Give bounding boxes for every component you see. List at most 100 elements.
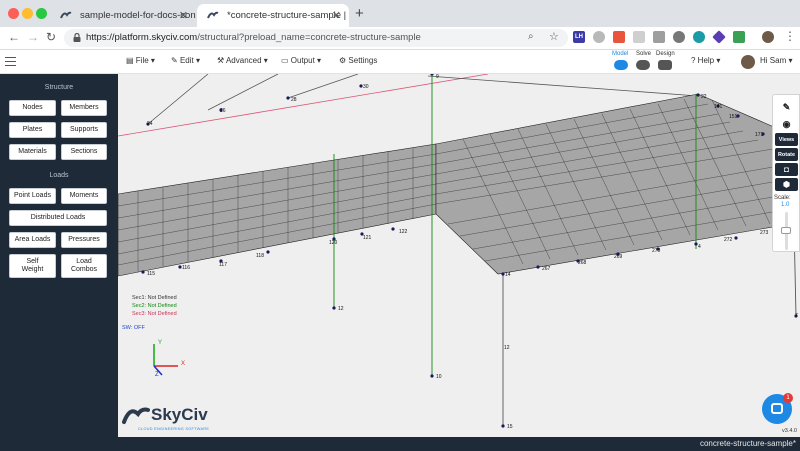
node-label: 171 (755, 132, 764, 138)
node-label: 273 (760, 230, 769, 236)
cloud-extension-icon[interactable] (593, 31, 605, 43)
avatar[interactable] (741, 55, 755, 69)
node-label: 121 (363, 235, 372, 241)
node-label: 270 (652, 248, 661, 254)
camera-icon[interactable]: ◘ (775, 163, 798, 176)
pencil-icon[interactable]: ✎ (775, 100, 798, 114)
menu-advanced[interactable]: ⚒ Advanced ▾ (217, 56, 268, 65)
load-combos-button[interactable]: Load Combos (61, 254, 107, 278)
scale-slider-handle[interactable] (781, 227, 791, 234)
menu-file[interactable]: ▤ File ▾ (126, 56, 155, 65)
grammar-extension-icon[interactable] (653, 31, 665, 43)
back-icon[interactable]: ← (8, 30, 20, 44)
menu-help[interactable]: ? Help ▾ (691, 56, 720, 65)
mode-solve-label: Solve (636, 51, 652, 57)
distributed-loads-button[interactable]: Distributed Loads (9, 210, 107, 226)
cube-icon[interactable]: ⬢ (775, 178, 798, 191)
node-label: 116 (182, 265, 190, 271)
plates-button[interactable]: Plates (9, 122, 56, 138)
node-label: 14 (505, 272, 511, 278)
search-icon[interactable]: ⌕ (528, 31, 534, 42)
node-label: 22 (701, 94, 707, 100)
calendar-extension-icon[interactable] (633, 31, 645, 43)
hamburger-menu-icon[interactable] (5, 57, 16, 66)
browser-menu-icon[interactable]: ⋮ (784, 29, 796, 43)
chat-bubble-icon (771, 403, 783, 414)
close-window-icon[interactable] (8, 8, 19, 19)
axis-x-label: X (181, 361, 186, 367)
mode-model-button[interactable] (614, 60, 628, 70)
node-label: 28 (291, 97, 297, 103)
loads-heading: Loads (49, 172, 69, 179)
bookmark-star-icon[interactable]: ☆ (549, 30, 559, 43)
new-tab-icon[interactable]: + (355, 5, 364, 22)
node-label: 117 (219, 262, 227, 268)
node-label: 118 (256, 253, 264, 259)
diamond-extension-icon[interactable] (712, 30, 726, 44)
scale-label: Scale: (774, 195, 791, 201)
skyciv-favicon-icon (207, 11, 219, 19)
sections-button[interactable]: Sections (61, 144, 107, 160)
user-menu[interactable]: Hi Sam ▾ (760, 56, 792, 65)
legend-sec3: Sec3: Not Defined (132, 311, 177, 317)
node-label: 141 (714, 104, 723, 110)
views-button[interactable]: Views (775, 133, 798, 146)
lighthouse-extension-icon[interactable]: LH (573, 31, 585, 43)
menu-edit[interactable]: ✎ Edit ▾ (171, 56, 200, 65)
supports-button[interactable]: Supports (61, 122, 107, 138)
menu-settings[interactable]: ⚙ Settings (339, 56, 377, 65)
url-host: https://platform.skyciv.com (86, 32, 198, 43)
green-extension-icon[interactable] (733, 31, 745, 43)
moments-button[interactable]: Moments (61, 188, 107, 204)
mode-design-label: Design (656, 51, 675, 57)
axis-z-label: Z (155, 372, 159, 378)
legend-sec1: Sec1: Not Defined (132, 295, 177, 301)
tab-title: *concrete-structure-sample | Sk (227, 10, 349, 21)
teal-extension-icon[interactable] (693, 31, 705, 43)
node-label: 10 (436, 374, 442, 380)
chat-notification-badge: 1 (783, 393, 793, 403)
node-label: 115 (147, 271, 155, 277)
address-bar-row: ← → ↻ https://platform.skyciv.com/struct… (0, 27, 800, 50)
browser-tab-2[interactable]: *concrete-structure-sample | Sk ✕ (197, 4, 349, 27)
nodes-button[interactable]: Nodes (9, 100, 56, 116)
browser-tab-1[interactable]: sample-model-for-docs-concre ✕ (50, 4, 196, 27)
url-path: /structural?preload_name=concrete-struct… (197, 32, 421, 43)
close-tab-icon[interactable]: ✕ (179, 9, 188, 22)
forward-icon[interactable]: → (27, 30, 39, 44)
members-button[interactable]: Members (61, 100, 107, 116)
area-loads-button[interactable]: Area Loads (9, 232, 56, 248)
mode-solve-button[interactable] (636, 60, 650, 70)
view-controls-panel: ✎ ◉ Views Rotate ◘ ⬢ Scale: 1.0 (772, 94, 800, 252)
rotate-button[interactable]: Rotate (775, 148, 798, 161)
node-label: 122 (399, 229, 408, 235)
maximize-window-icon[interactable] (36, 8, 47, 19)
url-field[interactable]: https://platform.skyciv.com/structural?p… (64, 29, 568, 47)
file-name: concrete-structure-sample* (699, 439, 796, 448)
lock-icon (73, 33, 81, 42)
mode-model-label: Model (612, 51, 629, 57)
eye-icon[interactable]: ◉ (775, 118, 798, 131)
self-weight-button[interactable]: Self Weight (9, 254, 56, 278)
point-loads-button[interactable]: Point Loads (9, 188, 56, 204)
node-label: 7 (795, 313, 798, 319)
menu-output[interactable]: ▭ Output ▾ (281, 56, 321, 65)
mode-design-button[interactable] (658, 60, 672, 70)
node-label: 12 (504, 345, 510, 351)
left-sidebar: Structure Nodes Members Plates Supports … (0, 74, 118, 451)
axis-y-label: Y (158, 340, 163, 346)
puzzle-extension-icon[interactable] (613, 31, 625, 43)
pressures-button[interactable]: Pressures (61, 232, 107, 248)
reload-icon[interactable]: ↻ (46, 30, 56, 44)
close-tab-icon[interactable]: ✕ (332, 9, 341, 22)
node-label: 30 (363, 84, 369, 90)
structure-canvas[interactable] (118, 74, 800, 437)
materials-button[interactable]: Materials (9, 144, 56, 160)
node-label: 269 (614, 254, 623, 260)
minimize-window-icon[interactable] (22, 8, 33, 19)
legend-sec2: Sec2: Not Defined (132, 303, 177, 309)
structure-heading: Structure (44, 84, 74, 91)
circle-extension-icon[interactable] (673, 31, 685, 43)
model-viewport[interactable]: 9 30 28 26 24 22 141 151 171 120 121 122… (118, 74, 800, 437)
user-profile-icon[interactable] (762, 31, 774, 43)
